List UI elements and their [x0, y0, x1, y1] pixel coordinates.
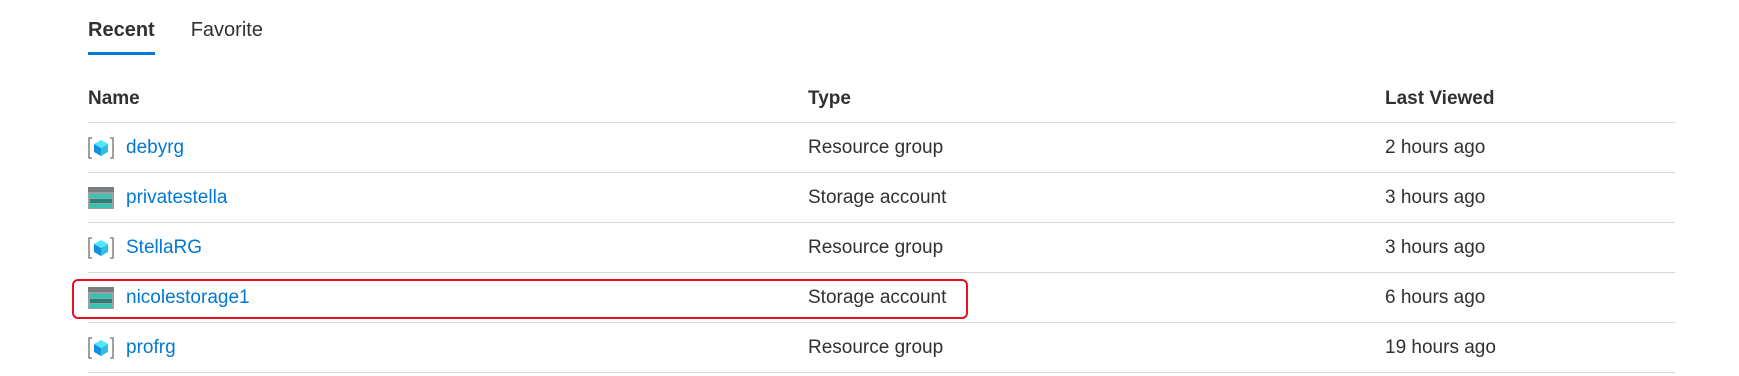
last-viewed-cell: 19 hours ago [1385, 336, 1496, 358]
type-cell: Resource group [808, 236, 944, 258]
name-cell: privatestella [88, 185, 808, 211]
type-cell: Resource group [808, 136, 944, 158]
name-cell: profrg [88, 335, 808, 361]
table-row[interactable]: nicolestorage1 Storage account 6 hours a… [72, 273, 1675, 323]
name-cell: StellaRG [88, 235, 808, 261]
type-cell: Storage account [808, 186, 947, 208]
resource-group-icon [88, 335, 114, 361]
type-cell: Storage account [808, 286, 947, 308]
resource-link[interactable]: nicolestorage1 [126, 287, 250, 309]
column-header-name[interactable]: Name [88, 88, 808, 110]
table-header-row: Name Type Last Viewed [88, 75, 1675, 123]
resource-link[interactable]: debyrg [126, 137, 184, 159]
table-row[interactable]: debyrg Resource group 2 hours ago [88, 123, 1675, 173]
storage-account-icon [88, 285, 114, 311]
name-cell: debyrg [88, 135, 808, 161]
tab-recent[interactable]: Recent [88, 14, 155, 55]
table-row[interactable]: profrg Resource group 19 hours ago [88, 323, 1675, 373]
resource-link[interactable]: profrg [126, 337, 176, 359]
last-viewed-cell: 3 hours ago [1385, 236, 1486, 258]
tab-favorite[interactable]: Favorite [191, 14, 263, 55]
last-viewed-cell: 3 hours ago [1385, 186, 1486, 208]
resource-link[interactable]: privatestella [126, 187, 227, 209]
resources-table: Name Type Last Viewed debyrg Resource gr… [72, 75, 1675, 373]
tab-bar: Recent Favorite [88, 14, 263, 55]
recent-resources-panel: Recent Favorite Name Type Last Viewed de… [0, 0, 1739, 376]
column-header-type[interactable]: Type [808, 88, 1385, 110]
resource-group-icon [88, 235, 114, 261]
table-row[interactable]: StellaRG Resource group 3 hours ago [88, 223, 1675, 273]
type-cell: Resource group [808, 336, 944, 358]
resource-group-icon [88, 135, 114, 161]
storage-account-icon [88, 185, 114, 211]
table-row[interactable]: privatestella Storage account 3 hours ag… [88, 173, 1675, 223]
column-header-last-viewed[interactable]: Last Viewed [1385, 88, 1675, 110]
last-viewed-cell: 2 hours ago [1385, 136, 1486, 158]
resource-link[interactable]: StellaRG [126, 237, 202, 259]
last-viewed-cell: 6 hours ago [1385, 286, 1486, 308]
name-cell: nicolestorage1 [88, 285, 808, 311]
